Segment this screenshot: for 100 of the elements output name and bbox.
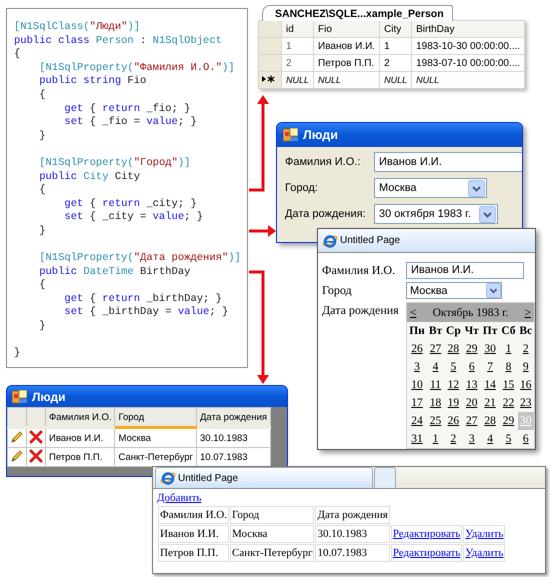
browser-tab[interactable]: Untitled Page — [155, 467, 373, 488]
dropdown-button[interactable] — [468, 180, 485, 196]
code-line: [N1SqlProperty("Дата рождения")] — [38, 252, 241, 266]
weekday-header: Чт — [462, 322, 481, 340]
table-cell: 1 — [380, 38, 412, 54]
code-line: set { _city = value; } — [63, 211, 204, 225]
calendar-day[interactable]: 26 — [411, 343, 423, 355]
calendar-day[interactable]: 3 — [468, 433, 475, 445]
code-line: { — [38, 184, 46, 198]
table-cell: Иванов И.И. — [46, 428, 115, 448]
column-header: BirthDay — [412, 20, 525, 38]
calendar-day[interactable]: 28 — [448, 343, 460, 355]
table-cell: NULL — [412, 72, 525, 88]
table-cell: 1 — [282, 38, 314, 54]
calendar-day[interactable]: 22 — [502, 397, 514, 409]
calendar-day[interactable]: 2 — [522, 343, 529, 355]
column-header: Fio — [314, 20, 380, 38]
calendar-day[interactable]: 29 — [502, 415, 514, 427]
calendar-day[interactable]: 31 — [411, 433, 423, 445]
table-cell: Москва — [114, 428, 196, 448]
dropdown[interactable]: 30 октября 1983 г. — [374, 204, 498, 224]
code-line: [N1SqlProperty("Фамилия И.О.")] — [38, 62, 235, 75]
calendar-day[interactable]: 25 — [430, 415, 442, 427]
table-cell: Иванов И.И. — [158, 525, 229, 543]
calendar-day[interactable]: 15 — [502, 379, 514, 391]
column-header[interactable]: Фамилия И.О. — [46, 408, 115, 428]
calendar-day[interactable]: 18 — [430, 397, 442, 409]
dropdown[interactable]: Москва — [406, 282, 502, 299]
dropdown-button[interactable] — [486, 283, 501, 298]
code-line: [N1SqlProperty("Город")] — [38, 156, 190, 171]
calendar-day[interactable]: 5 — [450, 361, 456, 373]
calendar-day[interactable]: 6 — [468, 361, 475, 373]
delete-icon[interactable] — [29, 448, 43, 462]
pencil-icon[interactable] — [10, 430, 24, 444]
calendar-day[interactable]: 8 — [506, 361, 512, 373]
field-label: Город — [322, 282, 353, 299]
dropdown-value: Москва — [379, 182, 417, 194]
code-line: get { return _birthDay; } — [63, 292, 222, 306]
calendar-day[interactable]: 24 — [411, 415, 423, 427]
weekday-header: Ср — [444, 322, 463, 340]
delete-icon[interactable] — [29, 430, 43, 444]
column-header: Дата рождения — [315, 506, 390, 524]
table-cell: 10.07.1983 — [315, 544, 390, 562]
table-cell: 1983-10-30 00:00:00.... — [412, 38, 525, 54]
calendar-day[interactable]: 27 — [430, 343, 442, 355]
calendar-day[interactable]: 20 — [466, 397, 478, 409]
calendar-day[interactable]: 9 — [522, 361, 529, 373]
dropdown-value: Москва — [410, 284, 448, 296]
calendar-day[interactable]: 3 — [414, 361, 420, 373]
calendar-day[interactable]: 1 — [432, 433, 438, 445]
next-month-link[interactable]: > — [524, 306, 531, 318]
column-header[interactable]: Дата рождения — [196, 408, 271, 428]
dropdown-button[interactable] — [478, 206, 496, 222]
calendar-day[interactable]: 6 — [522, 433, 529, 445]
table-cell: 2 — [282, 54, 314, 72]
browser-icon — [160, 470, 176, 486]
calendar-day[interactable]: 14 — [484, 379, 496, 391]
calendar-day[interactable]: 4 — [487, 433, 493, 445]
weekday-header: Сб — [499, 322, 518, 340]
table-cell: NULL — [282, 72, 314, 88]
calendar-day[interactable]: 11 — [430, 379, 442, 391]
prev-month-link[interactable]: < — [410, 306, 416, 318]
calendar-day[interactable]: 2 — [450, 433, 456, 445]
table-cell: Москва — [230, 525, 314, 543]
calendar-day[interactable]: 4 — [432, 361, 438, 373]
calendar-day[interactable]: 26 — [448, 415, 460, 427]
calendar-day[interactable]: 17 — [411, 397, 423, 409]
table-tab[interactable]: SANCHEZ\SQLE...xample_Person — [262, 5, 453, 21]
calendar-day[interactable]: 12 — [448, 379, 460, 391]
code-line: { — [38, 279, 46, 293]
calendar-day[interactable]: 23 — [520, 397, 532, 409]
calendar-day[interactable]: 28 — [484, 415, 496, 427]
calendar-day[interactable]: 10 — [411, 379, 423, 391]
column-header: Город — [230, 506, 314, 524]
weekday-header: Вт — [427, 322, 444, 340]
text-field[interactable]: Иванов И.И. — [406, 262, 524, 279]
dropdown[interactable]: Москва — [374, 178, 487, 198]
table-cell: NULL — [380, 72, 412, 88]
pencil-icon[interactable] — [10, 448, 24, 462]
calendar-day[interactable]: 27 — [466, 415, 478, 427]
calendar-day[interactable]: 29 — [466, 343, 478, 355]
column-header[interactable]: Город — [114, 408, 196, 428]
calendar-day[interactable]: 19 — [448, 397, 460, 409]
calendar-day[interactable]: 5 — [506, 433, 512, 445]
field-label: Дата рождения: — [285, 208, 367, 220]
add-link[interactable]: Добавить — [157, 492, 202, 504]
calendar-day[interactable]: 13 — [466, 379, 478, 391]
table-cell: 2 — [380, 54, 412, 72]
dropdown-value: 30 октября 1983 г. — [379, 208, 471, 220]
calendar-day[interactable]: 21 — [484, 397, 496, 409]
calendar-day[interactable]: 1 — [506, 343, 512, 355]
window-title: Люди — [303, 128, 338, 142]
text-field[interactable]: Иванов И.И. — [374, 152, 522, 172]
calendar-day[interactable]: 16 — [520, 379, 532, 391]
calendar-day[interactable]: 7 — [487, 361, 493, 373]
code-line: } — [38, 320, 46, 334]
code-line: get { return _city; } — [63, 198, 197, 211]
code-line: public City City — [38, 170, 140, 184]
table-cell: NULL — [314, 72, 380, 88]
calendar-day[interactable]: 30 — [484, 343, 496, 355]
